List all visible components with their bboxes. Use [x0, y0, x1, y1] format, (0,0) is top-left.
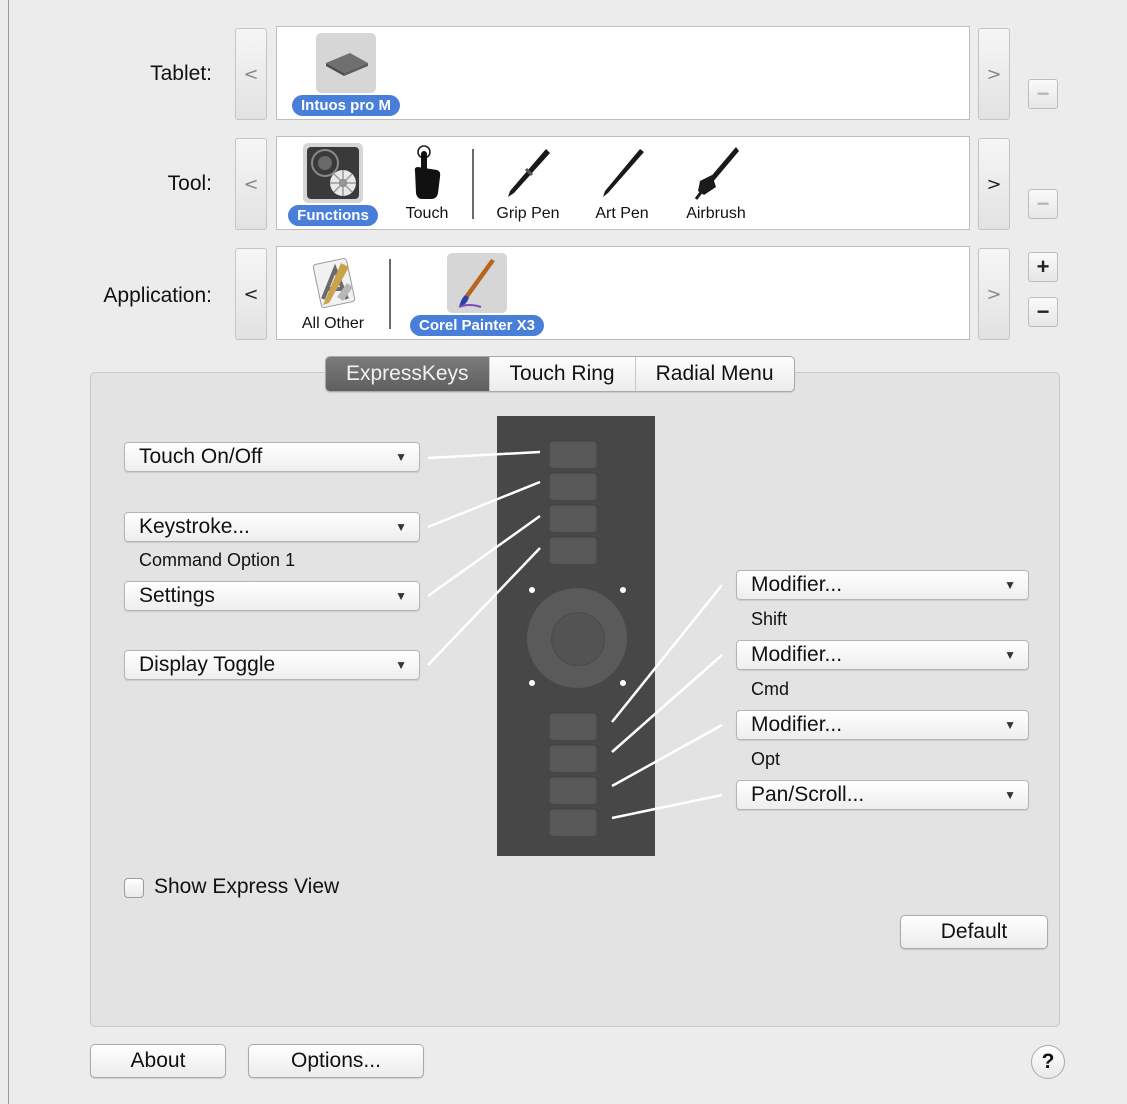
- about-button[interactable]: About: [90, 1044, 226, 1078]
- help-button[interactable]: ?: [1031, 1045, 1065, 1079]
- show-express-view-label: Show Express View: [154, 875, 340, 898]
- default-button[interactable]: Default: [900, 915, 1048, 949]
- options-button[interactable]: Options...: [248, 1044, 424, 1078]
- show-express-view-checkbox[interactable]: [124, 878, 144, 898]
